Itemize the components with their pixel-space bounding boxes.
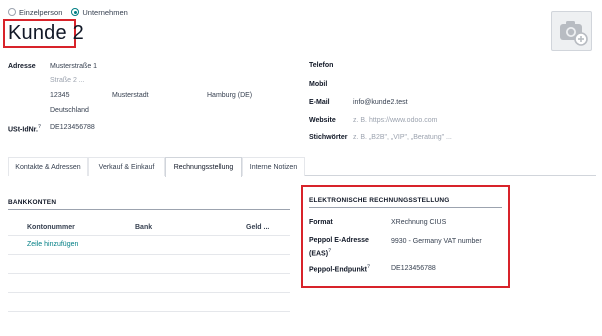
vat-label-text: USt-IdNr. bbox=[8, 126, 38, 134]
add-line-link[interactable]: Zeile hinzufügen bbox=[27, 241, 78, 248]
street-field[interactable]: Musterstraße 1 bbox=[50, 63, 97, 70]
radio-individual[interactable]: Einzelperson bbox=[8, 8, 62, 17]
peppol-address-label: Peppol E-Adresse (EAS)? bbox=[309, 236, 387, 259]
table-row-line bbox=[8, 311, 290, 312]
einvoicing-divider bbox=[309, 207, 502, 208]
help-icon[interactable]: ? bbox=[328, 248, 331, 254]
notebook-tabs: Kontakte & Adressen Verkauf & Einkauf Re… bbox=[8, 157, 596, 177]
email-field[interactable]: info@kunde2.test bbox=[353, 99, 408, 106]
street2-field[interactable]: Straße 2 ... bbox=[50, 77, 85, 84]
email-label: E-Mail bbox=[309, 99, 330, 106]
peppol-endpoint-label-text: Peppol-Endpunkt bbox=[309, 266, 367, 274]
peppol-address-label-text: Peppol E-Adresse (EAS) bbox=[309, 237, 369, 258]
tab-contacts-addresses[interactable]: Kontakte & Adressen bbox=[8, 157, 88, 176]
help-icon[interactable]: ? bbox=[367, 264, 370, 270]
peppol-endpoint-label: Peppol-Endpunkt? bbox=[309, 264, 370, 273]
website-field[interactable]: z. B. https://www.odoo.com bbox=[353, 117, 437, 124]
table-row-line bbox=[8, 273, 290, 274]
help-icon[interactable]: ? bbox=[38, 124, 41, 130]
table-row-line bbox=[8, 254, 290, 255]
city-field[interactable]: Musterstadt bbox=[112, 92, 149, 99]
phone-label: Telefon bbox=[309, 62, 334, 69]
tab-sales-purchase[interactable]: Verkauf & Einkauf bbox=[88, 157, 165, 176]
radio-company-label[interactable]: Unternehmen bbox=[82, 8, 127, 17]
column-currency[interactable]: Geld ... bbox=[246, 224, 269, 231]
camera-plus-icon bbox=[560, 21, 588, 46]
column-account-number[interactable]: Kontonummer bbox=[27, 224, 75, 231]
avatar[interactable] bbox=[551, 11, 592, 51]
format-label: Format bbox=[309, 219, 333, 226]
peppol-endpoint-field[interactable]: DE123456788 bbox=[391, 265, 436, 272]
company-type-selector: Einzelperson Unternehmen bbox=[8, 6, 132, 18]
radio-company-icon[interactable] bbox=[71, 8, 80, 16]
partner-name[interactable]: Kunde 2 bbox=[8, 22, 84, 45]
column-bank[interactable]: Bank bbox=[135, 224, 152, 231]
table-header-line bbox=[8, 235, 290, 236]
vat-field[interactable]: DE123456788 bbox=[50, 124, 95, 131]
radio-company[interactable]: Unternehmen bbox=[71, 8, 128, 17]
tab-invoicing[interactable]: Rechnungsstellung bbox=[165, 157, 242, 177]
country-field[interactable]: Deutschland bbox=[50, 107, 89, 114]
bank-accounts-title: BANKKONTEN bbox=[8, 199, 57, 206]
einvoicing-title: ELEKTRONISCHE RECHNUNGSSTELLUNG bbox=[309, 197, 450, 204]
radio-individual-label[interactable]: Einzelperson bbox=[19, 8, 62, 17]
mobile-label: Mobil bbox=[309, 81, 328, 88]
format-field[interactable]: XRechnung CIUS bbox=[391, 219, 446, 226]
vat-label: USt-IdNr.? bbox=[8, 124, 41, 133]
peppol-address-field[interactable]: 9930 - Germany VAT number bbox=[391, 238, 482, 245]
address-label: Adresse bbox=[8, 63, 36, 70]
zip-field[interactable]: 12345 bbox=[50, 92, 69, 99]
table-row-line bbox=[8, 292, 290, 293]
bank-accounts-divider bbox=[8, 209, 290, 210]
radio-individual-icon[interactable] bbox=[8, 8, 16, 16]
tags-label: Stichwörter bbox=[309, 134, 348, 141]
tags-field[interactable]: z. B. „B2B", „VIP", „Beratung" ... bbox=[353, 134, 452, 141]
website-label: Website bbox=[309, 117, 336, 124]
state-field[interactable]: Hamburg (DE) bbox=[207, 92, 252, 99]
tab-internal-notes[interactable]: Interne Notizen bbox=[242, 157, 305, 176]
